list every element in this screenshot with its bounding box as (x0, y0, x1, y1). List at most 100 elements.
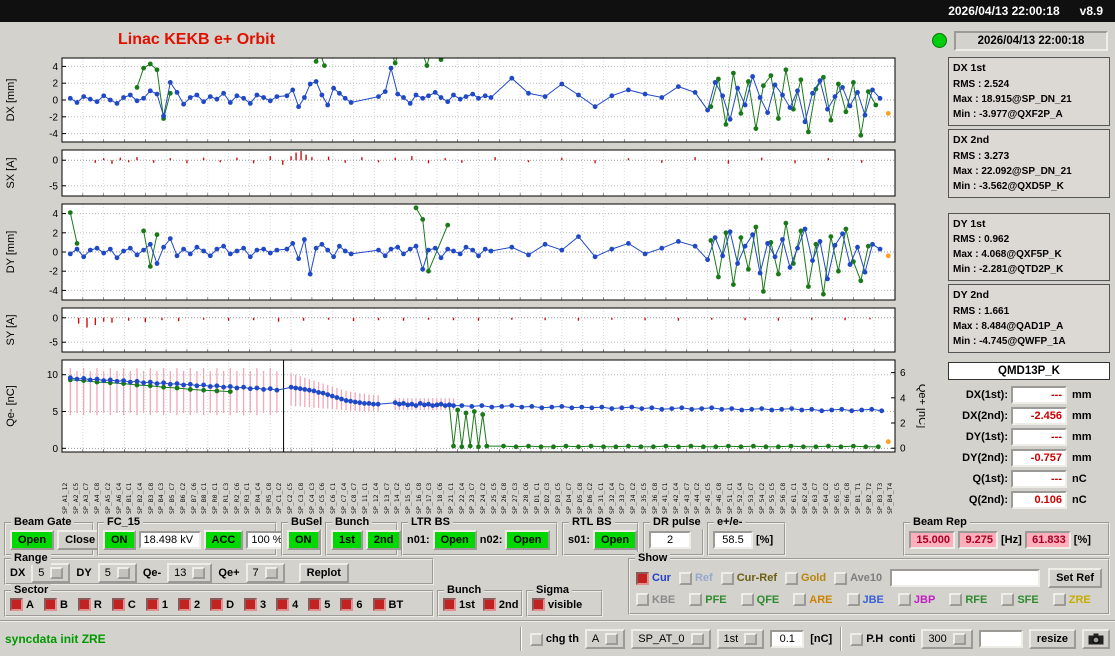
svg-text:0: 0 (52, 444, 58, 455)
fc15-kv-field[interactable] (139, 531, 201, 549)
show-gold-checkbox[interactable]: Gold (785, 572, 826, 585)
stats-box-title: DX 1st (953, 61, 1105, 77)
extra-field[interactable] (979, 630, 1023, 648)
monitor-value-row: DY(2nd):-0.757mm (948, 447, 1110, 468)
beam-rep-percent-field[interactable] (1025, 531, 1071, 549)
monitor-value-unit: mm (1072, 389, 1092, 401)
sector-a-checkbox[interactable]: A (10, 598, 34, 611)
dr-pulse-field[interactable] (649, 531, 691, 549)
selected-monitor-name[interactable]: QMD13P_K (948, 362, 1110, 380)
mode-dropdown[interactable]: A (585, 629, 625, 649)
bunch-2nd-checkbox[interactable]: 2nd (483, 598, 519, 611)
show-ref-checkbox[interactable]: Ref (679, 572, 713, 585)
show-jbe-checkbox[interactable]: JBE (847, 593, 884, 606)
bunch-1st-checkbox[interactable]: 1st (443, 598, 475, 611)
resize-button[interactable]: resize (1029, 629, 1076, 649)
sector-2-checkbox[interactable]: 2 (178, 598, 200, 611)
svg-text:-2: -2 (49, 267, 58, 278)
show-pfe-checkbox[interactable]: PFE (689, 593, 726, 606)
show-sfe-checkbox[interactable]: SFE (1001, 593, 1038, 606)
monitor-name-label: SP_55_C5 (769, 456, 776, 514)
svg-text:2: 2 (52, 79, 58, 90)
sector-bt-checkbox[interactable]: BT (373, 598, 404, 611)
svg-text:SX [A]: SX [A] (5, 157, 17, 188)
beam-rep-hz-unit: [Hz] (1001, 534, 1022, 546)
sector-1-checkbox[interactable]: 1 (146, 598, 168, 611)
bunch-1st-button[interactable]: 1st (331, 530, 363, 550)
checkbox-square-icon (373, 598, 386, 611)
conti-checkbox[interactable]: conti (889, 633, 915, 645)
fc15-acc-button[interactable]: ACC (204, 530, 244, 550)
sector-toggles: ABRC12D345 6 BT (6, 592, 432, 615)
navg-dropdown[interactable]: 300 (921, 629, 972, 649)
monitor-dropdown[interactable]: SP_AT_0 (631, 629, 710, 649)
monitor-name-label: SP_C3_C8 (298, 456, 305, 514)
sector-group-label: Sector (11, 584, 51, 597)
show-cur-checkbox[interactable]: Cur (636, 572, 671, 585)
show-zre-checkbox[interactable]: ZRE (1053, 593, 1091, 606)
ep-em-ratio-field[interactable] (713, 531, 753, 549)
monitor-name-label: SP_D5_C8 (577, 456, 584, 514)
busel-on-button[interactable]: ON (287, 530, 320, 550)
monitor-name-label: SP_C5_C6 (319, 456, 326, 514)
checkbox-square-icon (721, 572, 734, 585)
beam-rep-hz-field[interactable] (958, 531, 998, 549)
dx-last-point (886, 111, 891, 116)
sector-r-checkbox[interactable]: R (78, 598, 102, 611)
beam-rep-rate-field[interactable] (909, 531, 955, 549)
sector-c-checkbox[interactable]: C (112, 598, 136, 611)
sector-6-checkbox[interactable]: 6 (340, 598, 362, 611)
set-ref-button[interactable]: Set Ref (1048, 568, 1102, 588)
range-qep-dropdown[interactable]: 7 (246, 563, 285, 583)
sector-4-checkbox[interactable]: 4 (276, 598, 298, 611)
ph-checkbox[interactable]: P.H (850, 633, 883, 646)
fc15-on-button[interactable]: ON (103, 530, 136, 550)
show-curref-checkbox[interactable]: Cur-Ref (721, 572, 777, 585)
svg-text:DY [mm]: DY [mm] (5, 231, 17, 274)
rtl-s01-open-button[interactable]: Open (593, 530, 637, 550)
sector-5-checkbox[interactable]: 5 (308, 598, 330, 611)
show-qfe-checkbox[interactable]: QFE (741, 593, 780, 606)
monitor-name-label: SP_R4_C4 (255, 456, 262, 514)
show-group-label: Show (635, 552, 670, 565)
stats-box-title: DY 1st (953, 217, 1105, 233)
chg-th-checkbox[interactable]: chg th (530, 633, 579, 646)
checkbox-label: 6 (356, 599, 362, 611)
checkbox-square-icon (308, 598, 321, 611)
checkbox-square-icon (949, 593, 962, 606)
replot-button[interactable]: Replot (299, 563, 349, 583)
ltr-n01-open-button[interactable]: Open (433, 530, 477, 550)
show-ave10-checkbox[interactable]: Ave10 (834, 572, 882, 585)
show-jbp-checkbox[interactable]: JBP (898, 593, 935, 606)
range-qem-label: Qe- (143, 567, 161, 579)
monitor-name-label: SP_32_C4 (609, 456, 616, 514)
sector-d-checkbox[interactable]: D (210, 598, 234, 611)
show-are-checkbox[interactable]: ARE (793, 593, 832, 606)
checkbox-square-icon (244, 598, 257, 611)
monitor-name-label: SP_23_C7 (469, 456, 476, 514)
sector-b-checkbox[interactable]: B (44, 598, 68, 611)
monitor-name-label: SP_26_C8 (501, 456, 508, 514)
show-rfe-checkbox[interactable]: RFE (949, 593, 987, 606)
sigma-visible-checkbox[interactable]: visible (532, 598, 582, 611)
beam-gate-open-button[interactable]: Open (10, 530, 54, 550)
dropdown-indicator-icon (117, 567, 130, 579)
range-qem-dropdown[interactable]: 13 (167, 563, 212, 583)
ltr-n02-open-button[interactable]: Open (505, 530, 549, 550)
threshold-field[interactable] (770, 630, 804, 648)
snapshot-button[interactable] (1082, 629, 1110, 649)
range-qep-label: Qe+ (218, 567, 239, 579)
stats-line: Min : -2.281@QTD2P_K (953, 262, 1105, 277)
monitor-name-label: SP_B4_T4 (887, 456, 894, 514)
show-kbe-checkbox[interactable]: KBE (636, 593, 675, 606)
svg-text:0: 0 (52, 96, 58, 107)
monitor-name-label: SP_33_C7 (619, 456, 626, 514)
bunch-dropdown[interactable]: 1st (717, 629, 765, 649)
monitor-name-axis: SP_A1_12SP_A2_C5SP_A3_C7SP_A4_C8SP_A5_C2… (62, 456, 895, 514)
set-ref-entry[interactable] (890, 569, 1040, 587)
range-dx-dropdown[interactable]: 5 (31, 563, 70, 583)
checkbox-label: SFE (1017, 594, 1038, 606)
range-dy-dropdown[interactable]: 5 (98, 563, 137, 583)
bunch-2nd-button[interactable]: 2nd (366, 530, 402, 550)
sector-3-checkbox[interactable]: 3 (244, 598, 266, 611)
